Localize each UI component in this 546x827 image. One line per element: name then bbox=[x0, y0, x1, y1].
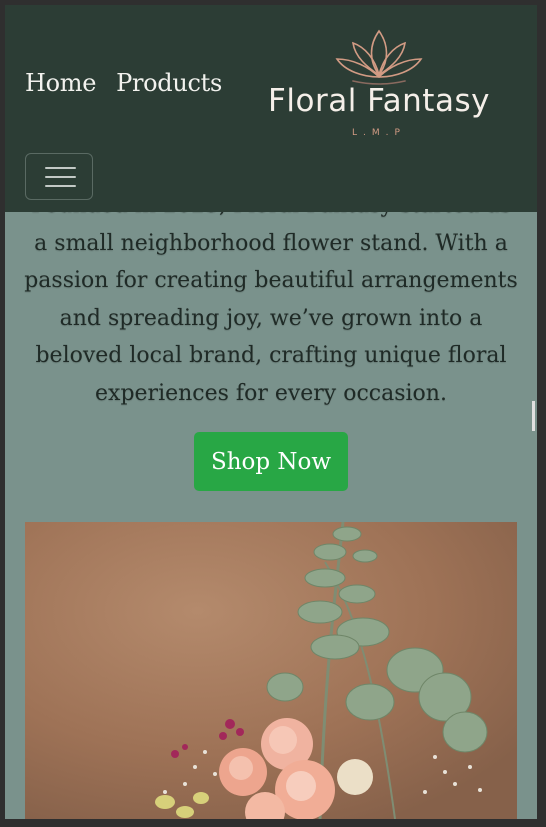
nav-link-home[interactable]: Home bbox=[25, 69, 96, 97]
brand-name: Floral Fantasy bbox=[268, 83, 490, 119]
brand-logo[interactable]: Floral Fantasy L.M.P bbox=[257, 27, 501, 147]
hamburger-menu-icon-line bbox=[45, 176, 76, 178]
hamburger-menu-icon bbox=[45, 167, 76, 169]
flower-bouquet-image bbox=[25, 522, 517, 819]
navbar-toggler-button[interactable] bbox=[25, 153, 93, 200]
page-frame: Founded in 2023, Floral Fantasy started … bbox=[5, 5, 537, 819]
hamburger-menu-icon-line bbox=[45, 185, 76, 187]
about-text: Founded in 2023, Floral Fantasy started … bbox=[24, 193, 518, 406]
navbar: Home Products Floral Fantasy L.M.P bbox=[5, 5, 537, 212]
nav-link-products[interactable]: Products bbox=[116, 69, 222, 97]
about-section: Founded in 2023, Floral Fantasy started … bbox=[5, 187, 537, 412]
lotus-icon bbox=[335, 29, 423, 85]
scrollbar-thumb[interactable] bbox=[532, 401, 535, 431]
nav-links: Home Products bbox=[25, 69, 222, 97]
brand-tagline: L.M.P bbox=[352, 128, 406, 138]
shop-now-button[interactable]: Shop Now bbox=[194, 432, 348, 491]
hero-image bbox=[25, 522, 517, 819]
